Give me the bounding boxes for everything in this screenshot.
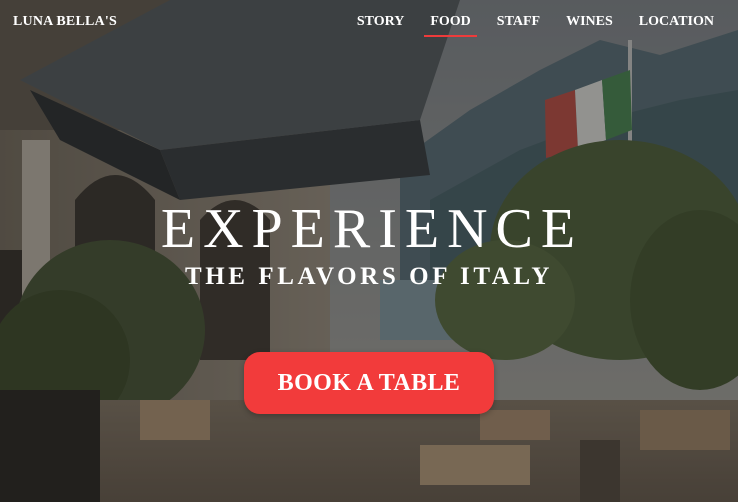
nav-item-location[interactable]: LOCATION: [639, 14, 714, 30]
hero-section: LUNA BELLA'S STORY FOOD STAFF WINES LOCA…: [0, 0, 738, 502]
brand-logo-link[interactable]: LUNA BELLA'S: [13, 14, 117, 30]
hero-headline-block: EXPERIENCE THE FLAVORS OF ITALY: [0, 196, 738, 292]
nav-item-story[interactable]: STORY: [357, 14, 405, 30]
nav-item-food[interactable]: FOOD: [424, 14, 478, 37]
nav-item-wines[interactable]: WINES: [566, 14, 613, 30]
top-navbar: LUNA BELLA'S STORY FOOD STAFF WINES LOCA…: [0, 0, 738, 46]
nav-links: STORY FOOD STAFF WINES LOCATION: [331, 14, 714, 37]
hero-headline: EXPERIENCE: [160, 198, 584, 260]
book-table-button[interactable]: BOOK A TABLE: [244, 352, 494, 414]
nav-item-staff[interactable]: STAFF: [497, 14, 540, 30]
hero-subheadline: THE FLAVORS OF ITALY: [184, 263, 554, 290]
